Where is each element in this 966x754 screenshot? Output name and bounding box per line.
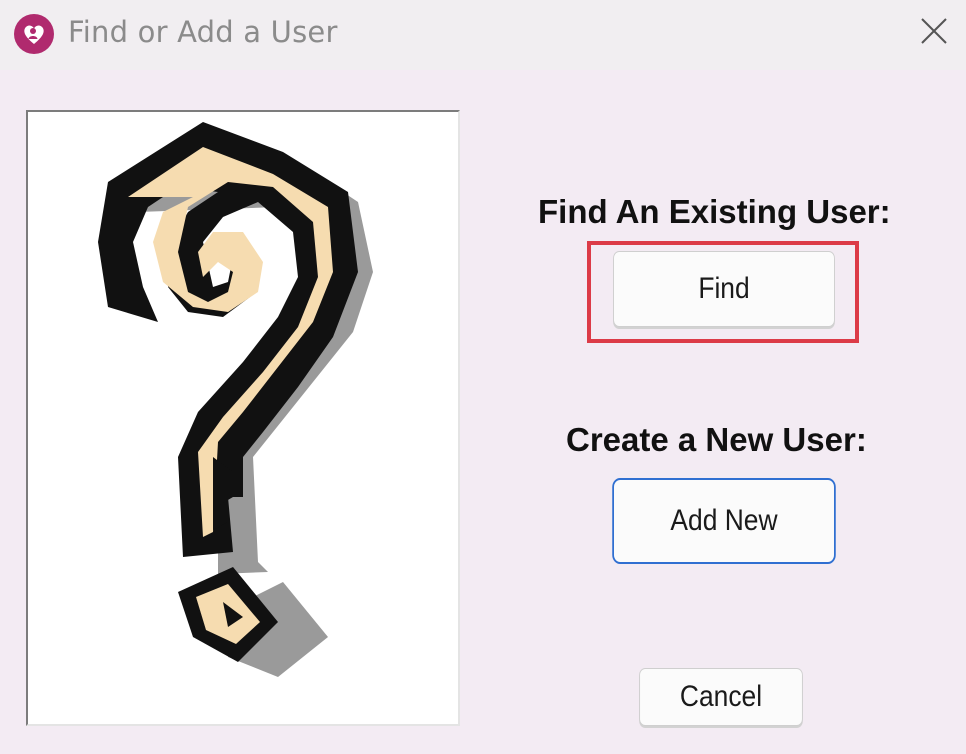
- illustration-panel: [26, 110, 460, 726]
- add-new-button[interactable]: Add New: [612, 478, 836, 564]
- dialog-window: Find or Add a User Find An Existing User…: [0, 0, 966, 754]
- cancel-button[interactable]: Cancel: [639, 668, 803, 726]
- close-icon: [921, 18, 947, 44]
- find-heading: Find An Existing User:: [538, 193, 891, 230]
- app-icon: [14, 14, 54, 54]
- close-button[interactable]: [902, 0, 966, 62]
- create-heading: Create a New User:: [566, 421, 867, 458]
- window-title: Find or Add a User: [68, 15, 338, 49]
- title-bar: Find or Add a User: [0, 0, 966, 70]
- question-mark-illustration: [98, 122, 373, 677]
- find-button[interactable]: Find: [613, 251, 835, 327]
